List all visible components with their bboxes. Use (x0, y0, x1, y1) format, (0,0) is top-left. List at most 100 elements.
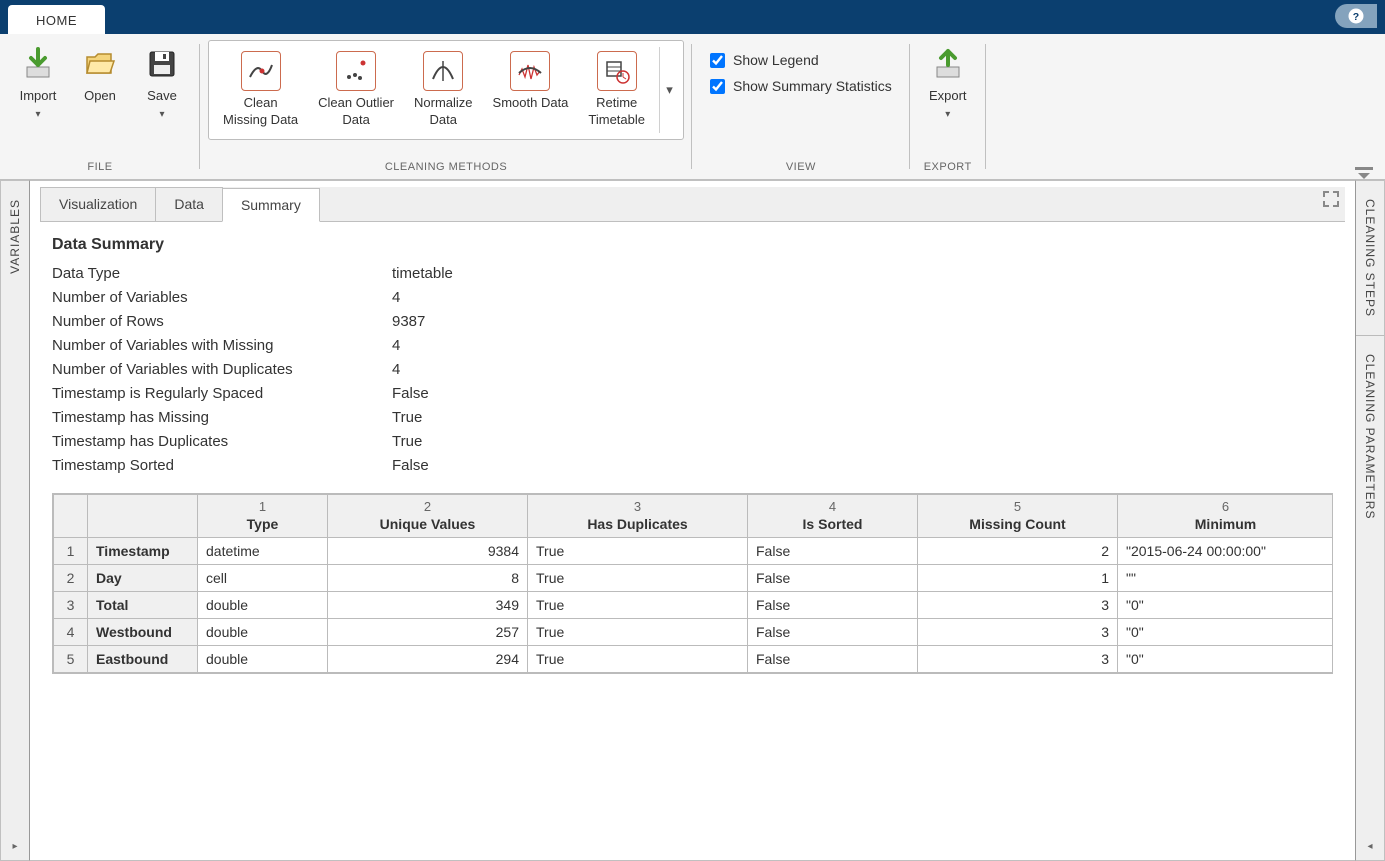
row-number: 1 (54, 538, 88, 565)
dropdown-arrow-icon: ▾ (159, 109, 164, 120)
tab-data[interactable]: Data (155, 187, 223, 221)
show-summary-checkbox[interactable]: Show Summary Statistics (710, 78, 892, 94)
open-label: Open (84, 88, 116, 105)
statistics-table-wrap: 1 2 3 4 5 6 Type Unique Values Has Dupli… (52, 493, 1333, 674)
col-header[interactable]: Has Duplicates (528, 515, 748, 538)
cell-type: cell (198, 565, 328, 592)
summary-value: 4 (392, 288, 1333, 307)
expand-left-icon: ◂ (1367, 833, 1372, 860)
col-num: 5 (918, 495, 1118, 516)
export-icon (928, 44, 968, 84)
retime-button[interactable]: Retime Timetable (578, 47, 655, 133)
ribbon-group-view: Show Legend Show Summary Statistics VIEW (692, 34, 910, 179)
cell-unique: 257 (328, 619, 528, 646)
variables-panel-tab[interactable]: VARIABLES ▸ (0, 180, 30, 861)
minimize-ribbon[interactable] (986, 34, 1385, 179)
tab-summary[interactable]: Summary (222, 188, 320, 222)
table-row[interactable]: 3Totaldouble349TrueFalse3"0" (54, 592, 1334, 619)
table-row[interactable]: 4Westbounddouble257TrueFalse3"0" (54, 619, 1334, 646)
col-num: 1 (198, 495, 328, 516)
tab-visualization[interactable]: Visualization (40, 187, 156, 221)
help-button[interactable]: ? (1335, 4, 1377, 28)
col-header[interactable]: Minimum (1118, 515, 1334, 538)
summary-value: False (392, 384, 1333, 403)
col-header[interactable]: Missing Count (918, 515, 1118, 538)
ribbon-view-label: VIEW (786, 161, 816, 177)
summary-key: Number of Variables (52, 288, 392, 307)
summary-key: Number of Variables with Missing (52, 336, 392, 355)
summary-key: Timestamp is Regularly Spaced (52, 384, 392, 403)
cell-min: "0" (1118, 619, 1334, 646)
summary-content: Data Summary Data Typetimetable Number o… (40, 222, 1345, 688)
tab-home[interactable]: HOME (8, 5, 105, 34)
maximize-panel-button[interactable] (1317, 187, 1345, 221)
table-row[interactable]: 2Daycell8TrueFalse1"" (54, 565, 1334, 592)
cell-min: "2015-06-24 00:00:00" (1118, 538, 1334, 565)
cell-unique: 9384 (328, 538, 528, 565)
cell-sorted: False (748, 646, 918, 673)
import-button[interactable]: Import ▾ (8, 40, 68, 124)
cleaning-parameters-tab[interactable]: CLEANING PARAMETERS (1359, 336, 1381, 537)
data-summary-heading: Data Summary (52, 236, 1333, 254)
help-icon: ? (1347, 7, 1365, 25)
cell-type: double (198, 592, 328, 619)
cell-duplicates: True (528, 646, 748, 673)
cell-min: "0" (1118, 646, 1334, 673)
summary-value: True (392, 432, 1333, 451)
show-legend-checkbox[interactable]: Show Legend (710, 52, 892, 68)
cell-min: "0" (1118, 592, 1334, 619)
col-header[interactable]: Unique Values (328, 515, 528, 538)
col-num: 2 (328, 495, 528, 516)
clean-missing-label: Clean Missing Data (223, 95, 298, 129)
col-header[interactable]: Is Sorted (748, 515, 918, 538)
cleaning-steps-tab[interactable]: CLEANING STEPS (1359, 181, 1381, 335)
summary-value: timetable (392, 264, 1333, 283)
cell-missing: 3 (918, 592, 1118, 619)
col-num: 3 (528, 495, 748, 516)
ribbon-export-label: EXPORT (924, 161, 972, 177)
summary-value: 9387 (392, 312, 1333, 331)
summary-value: True (392, 408, 1333, 427)
main-panel: Visualization Data Summary Data Summary … (30, 180, 1355, 861)
open-folder-icon (80, 44, 120, 84)
cell-duplicates: True (528, 565, 748, 592)
row-number: 5 (54, 646, 88, 673)
clean-outlier-button[interactable]: Clean Outlier Data (308, 47, 404, 133)
svg-text:?: ? (1353, 11, 1359, 23)
dropdown-arrow-icon: ▾ (35, 109, 40, 120)
open-button[interactable]: Open (70, 40, 130, 109)
summary-key: Timestamp Sorted (52, 456, 392, 475)
summary-kv: Data Typetimetable Number of Variables4 … (52, 264, 1333, 475)
workspace: VARIABLES ▸ Visualization Data Summary D… (0, 180, 1385, 861)
table-row[interactable]: 1Timestampdatetime9384TrueFalse2"2015-06… (54, 538, 1334, 565)
cell-unique: 349 (328, 592, 528, 619)
clean-missing-button[interactable]: Clean Missing Data (213, 47, 308, 133)
table-row[interactable]: 5Eastbounddouble294TrueFalse3"0" (54, 646, 1334, 673)
clean-outlier-icon (336, 51, 376, 91)
export-button[interactable]: Export ▾ (918, 40, 978, 124)
inner-tab-bar: Visualization Data Summary (40, 187, 1345, 222)
ribbon-group-cleaning: Clean Missing Data Clean Outlier Data No… (200, 34, 692, 179)
expand-right-icon: ▸ (12, 833, 17, 860)
cleaning-gallery: Clean Missing Data Clean Outlier Data No… (208, 40, 684, 140)
save-button[interactable]: Save ▾ (132, 40, 192, 124)
normalize-icon (423, 51, 463, 91)
col-num: 6 (1118, 495, 1334, 516)
smooth-label: Smooth Data (493, 95, 569, 112)
summary-key: Number of Rows (52, 312, 392, 331)
gallery-dropdown[interactable]: ▾ (659, 47, 679, 133)
ribbon-cleaning-label: CLEANING METHODS (385, 161, 507, 177)
cell-type: datetime (198, 538, 328, 565)
import-icon (18, 44, 58, 84)
variable-name: Total (88, 592, 198, 619)
smooth-button[interactable]: Smooth Data (483, 47, 579, 133)
clean-missing-icon (241, 51, 281, 91)
normalize-label: Normalize Data (414, 95, 473, 129)
col-header[interactable]: Type (198, 515, 328, 538)
normalize-button[interactable]: Normalize Data (404, 47, 483, 133)
summary-key: Data Type (52, 264, 392, 283)
cell-missing: 3 (918, 619, 1118, 646)
variable-name: Day (88, 565, 198, 592)
minimize-icon (1355, 167, 1373, 179)
cell-duplicates: True (528, 538, 748, 565)
